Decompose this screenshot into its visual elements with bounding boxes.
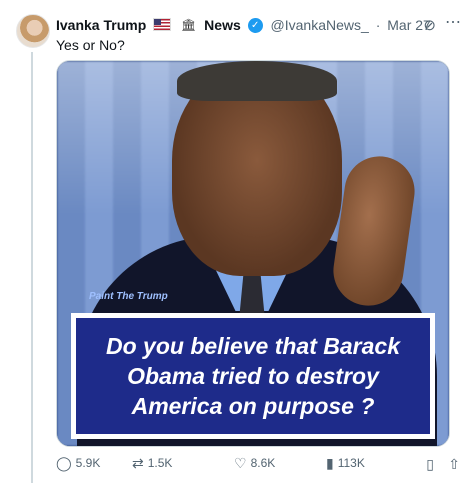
media-watermark: Paint The Trump — [89, 291, 168, 302]
repost-count: 1.5K — [147, 456, 173, 470]
heart-icon: ♡ — [234, 455, 247, 471]
avatar[interactable] — [16, 14, 50, 48]
news-icon: 🏛 — [181, 18, 197, 33]
thread-line — [31, 52, 33, 483]
share-icon[interactable]: ⇧ — [448, 456, 460, 473]
view-count: 113K — [337, 456, 365, 470]
caption-text: Do you believe that Barack Obama tried t… — [106, 333, 400, 419]
repost-button[interactable]: ⇄ 1.5K — [132, 456, 172, 470]
like-button[interactable]: ♡ 8.6K — [234, 456, 275, 470]
author-handle[interactable]: @IvankaNews_ — [271, 17, 369, 33]
tweet-media-image[interactable]: Paint The Trump Do you believe that Bara… — [56, 60, 450, 447]
more-options-icon[interactable]: ⋯ — [445, 12, 462, 32]
tweet-header: Ivanka Trump 🏛 News ✓ @IvankaNews_ · Mar… — [56, 16, 462, 36]
like-count: 8.6K — [250, 456, 276, 470]
views-icon: ▮ — [326, 455, 334, 471]
reply-count: 5.9K — [75, 456, 101, 470]
us-flag-icon — [153, 17, 172, 31]
tweet-actions: ◯ 5.9K ⇄ 1.5K ♡ 8.6K ▮ 113K ▯ ⇧ — [56, 456, 462, 476]
reply-icon: ◯ — [56, 455, 72, 471]
repost-icon: ⇄ — [132, 455, 144, 471]
bookmark-icon[interactable]: ▯ — [426, 456, 434, 473]
verified-badge-icon[interactable]: ✓ — [247, 17, 263, 33]
caption-box: Do you believe that Barack Obama tried t… — [71, 313, 435, 439]
author-name[interactable]: Ivanka Trump — [56, 17, 146, 33]
hair-shape — [177, 61, 337, 101]
separator-dot: · — [375, 17, 381, 34]
grok-icon[interactable]: ⊘ — [423, 16, 436, 34]
reply-button[interactable]: ◯ 5.9K — [56, 456, 100, 470]
tweet-text: Yes or No? — [56, 37, 125, 53]
views-button[interactable]: ▮ 113K — [326, 456, 365, 470]
caption-panel: Do you believe that Barack Obama tried t… — [76, 318, 430, 434]
news-label[interactable]: News — [204, 17, 241, 33]
